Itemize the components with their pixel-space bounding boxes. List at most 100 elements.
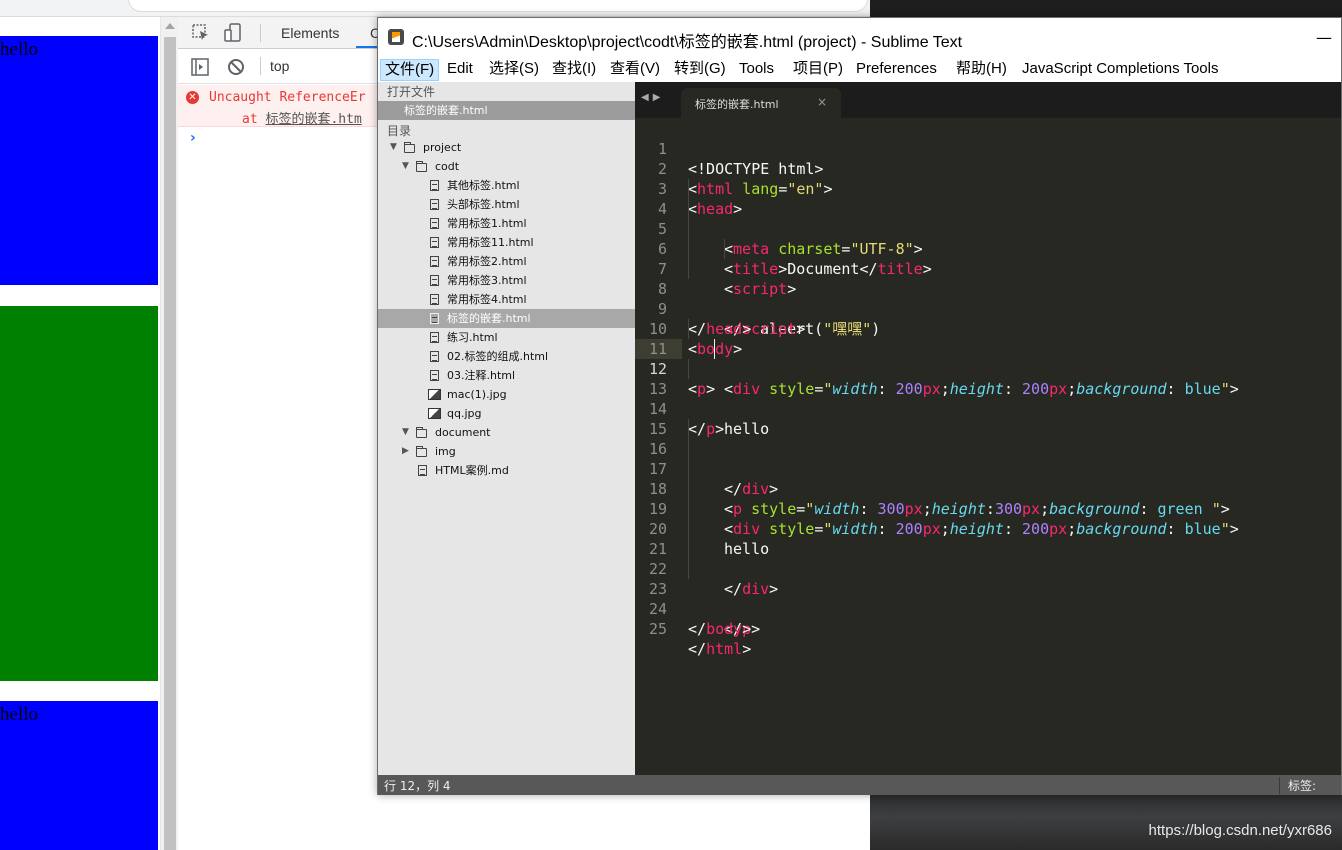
desktop-wallpaper bbox=[870, 0, 1342, 17]
file-item[interactable]: 常用标签4.html bbox=[378, 290, 635, 309]
tab-scroll-arrows-icon[interactable]: ◀▶ bbox=[641, 92, 664, 103]
file-item[interactable]: 常用标签2.html bbox=[378, 252, 635, 271]
editor-tab-active[interactable]: 标签的嵌套.html × bbox=[681, 88, 841, 118]
window-titlebar[interactable]: C:\Users\Admin\Desktop\project\codt\标签的嵌… bbox=[378, 18, 1341, 56]
tab-close-icon[interactable]: × bbox=[817, 95, 827, 109]
file-item[interactable]: HTML案例.md bbox=[378, 461, 635, 480]
indent-guide bbox=[688, 319, 689, 339]
context-selector[interactable]: top bbox=[270, 58, 289, 74]
editor-tab-bar: ◀▶ 标签的嵌套.html × bbox=[635, 82, 1341, 118]
line-number: 19 bbox=[648, 500, 667, 518]
menu-js-completions-tools[interactable]: JavaScript Completions Tools bbox=[1018, 59, 1222, 81]
file-item-selected[interactable]: 标签的嵌套.html bbox=[378, 309, 635, 328]
expand-arrow-icon[interactable]: ▼ bbox=[402, 157, 409, 176]
window-title: C:\Users\Admin\Desktop\project\codt\标签的嵌… bbox=[412, 34, 963, 51]
line-number: 15 bbox=[648, 420, 667, 438]
file-item[interactable]: 常用标签11.html bbox=[378, 233, 635, 252]
file-icon bbox=[430, 332, 439, 343]
file-item[interactable]: 其他标签.html bbox=[378, 176, 635, 195]
open-file-item[interactable]: 标签的嵌套.html bbox=[378, 101, 635, 120]
line-number: 2 bbox=[657, 160, 667, 178]
line-number: 12 bbox=[648, 360, 667, 378]
code-line: 5 <title>Document</title> bbox=[635, 199, 1341, 278]
line-number: 6 bbox=[657, 240, 667, 258]
file-item[interactable]: 常用标签1.html bbox=[378, 214, 635, 233]
line-number: 21 bbox=[648, 540, 667, 558]
tab-elements[interactable]: Elements bbox=[281, 25, 339, 41]
menu-tools[interactable]: Tools bbox=[735, 59, 778, 81]
menu-selection[interactable]: 选择(S) bbox=[485, 59, 543, 81]
line-number: 11 bbox=[648, 340, 667, 358]
scroll-thumb[interactable] bbox=[164, 37, 176, 850]
error-source-link[interactable]: 标签的嵌套.htm bbox=[265, 112, 361, 127]
file-item[interactable]: 常用标签3.html bbox=[378, 271, 635, 290]
file-item[interactable]: 练习.html bbox=[378, 328, 635, 347]
file-label: 常用标签1.html bbox=[447, 217, 527, 230]
collapse-arrow-icon[interactable]: ▶ bbox=[402, 442, 409, 461]
code-text: </html> bbox=[688, 640, 752, 658]
folder-open-icon bbox=[416, 427, 427, 438]
clear-console-icon[interactable] bbox=[227, 58, 245, 76]
blue-div-box: hello bbox=[0, 36, 158, 285]
indent-guide bbox=[688, 179, 689, 199]
folder-codt[interactable]: ▼ codt bbox=[378, 157, 635, 176]
code-line: 11 <div style="width: 200px;height: 200p… bbox=[635, 319, 1341, 398]
indent-guide bbox=[688, 499, 689, 519]
show-sidebar-icon[interactable] bbox=[191, 58, 209, 76]
scroll-up-arrow-icon[interactable] bbox=[165, 23, 175, 29]
file-item[interactable]: 02.标签的组成.html bbox=[378, 347, 635, 366]
device-toolbar-icon[interactable] bbox=[224, 23, 244, 43]
file-item[interactable]: 头部标签.html bbox=[378, 195, 635, 214]
file-icon bbox=[430, 237, 439, 248]
menu-help[interactable]: 帮助(H) bbox=[952, 59, 1011, 81]
console-prompt-icon[interactable]: › bbox=[190, 130, 196, 146]
minimize-button[interactable]: — bbox=[1316, 28, 1332, 47]
indent-guide bbox=[688, 219, 689, 239]
menu-edit[interactable]: Edit bbox=[443, 59, 477, 81]
menu-find[interactable]: 查找(I) bbox=[548, 59, 600, 81]
file-icon bbox=[430, 313, 439, 324]
code-token: html bbox=[706, 640, 743, 658]
image-item[interactable]: mac(1).jpg bbox=[378, 385, 635, 404]
menu-bar: 文件(F) Edit 选择(S) 查找(I) 查看(V) 转到(G) Tools… bbox=[378, 56, 1341, 82]
code-area[interactable]: 1 <!DOCTYPE html> 2 <html lang="en"> 3 <… bbox=[635, 118, 1341, 775]
line-number: 25 bbox=[648, 620, 667, 638]
image-item[interactable]: qq.jpg bbox=[378, 404, 635, 423]
page-scrollbar[interactable] bbox=[160, 17, 178, 850]
status-right-label[interactable]: 标签: bbox=[1279, 777, 1341, 794]
rendered-page: hello hello bbox=[0, 17, 160, 850]
folder-img[interactable]: ▶ img bbox=[378, 442, 635, 461]
menu-view[interactable]: 查看(V) bbox=[606, 59, 664, 81]
error-icon: ✕ bbox=[186, 91, 199, 104]
code-line: 19 hello bbox=[635, 479, 1341, 558]
folder-closed-icon bbox=[416, 446, 427, 457]
folder-project[interactable]: ▼ project bbox=[378, 138, 635, 157]
menu-file[interactable]: 文件(F) bbox=[380, 59, 440, 81]
line-number: 14 bbox=[648, 400, 667, 418]
menu-project[interactable]: 项目(P) bbox=[789, 59, 847, 81]
browser-tab-strip bbox=[0, 0, 870, 17]
file-label: 标签的嵌套.html bbox=[447, 312, 531, 325]
line-number: 9 bbox=[657, 300, 667, 318]
line-number: 5 bbox=[657, 220, 667, 238]
folder-document[interactable]: ▼ document bbox=[378, 423, 635, 442]
expand-arrow-icon[interactable]: ▼ bbox=[402, 423, 409, 442]
file-label: 常用标签3.html bbox=[447, 274, 527, 287]
expand-arrow-icon[interactable]: ▼ bbox=[390, 138, 397, 157]
menu-goto[interactable]: 转到(G) bbox=[670, 59, 730, 81]
folder-label: codt bbox=[435, 160, 460, 173]
line-number: 1 bbox=[657, 140, 667, 158]
line-number: 10 bbox=[648, 320, 667, 338]
error-stack-prefix: at bbox=[242, 112, 266, 127]
address-bar[interactable] bbox=[128, 0, 868, 12]
sidebar: 打开文件 标签的嵌套.html 目录 ▼ project ▼ codt 其他标签… bbox=[378, 82, 635, 775]
menu-preferences[interactable]: Preferences bbox=[852, 59, 941, 81]
editor-pane: ◀▶ 标签的嵌套.html × 1 <!DOCTYPE html> 2 <htm… bbox=[635, 82, 1341, 775]
inspect-element-icon[interactable] bbox=[192, 24, 210, 42]
code-line: 22 bbox=[635, 539, 1341, 578]
line-number: 18 bbox=[648, 480, 667, 498]
code-line: 15 bbox=[635, 399, 1341, 438]
file-item[interactable]: 03.注释.html bbox=[378, 366, 635, 385]
folder-label: project bbox=[423, 141, 462, 154]
code-line: 9 </head> bbox=[635, 279, 1341, 338]
